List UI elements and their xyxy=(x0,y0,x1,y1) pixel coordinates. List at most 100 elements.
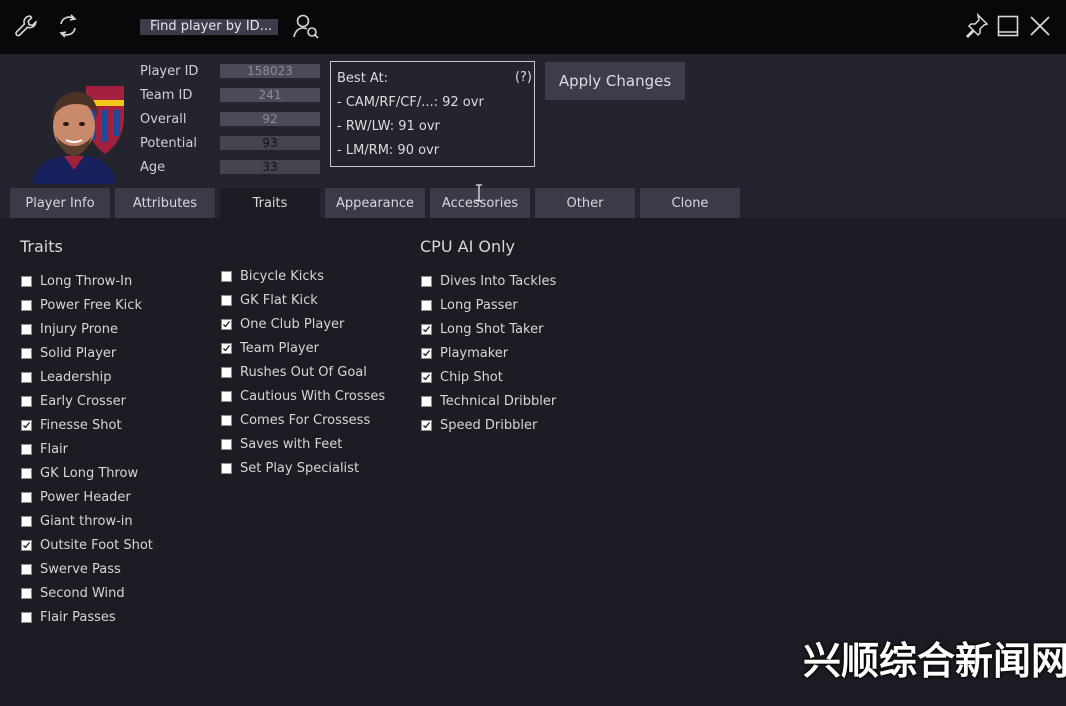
checkbox-label: Leadership xyxy=(40,370,112,385)
checkbox[interactable] xyxy=(21,492,32,503)
checkbox[interactable] xyxy=(221,439,232,450)
potential-label: Potential xyxy=(140,136,197,151)
traits-title: Traits xyxy=(20,237,63,256)
checkbox[interactable] xyxy=(221,271,232,282)
checkbox[interactable] xyxy=(221,463,232,474)
minimize-icon[interactable] xyxy=(996,14,1020,38)
checkbox[interactable] xyxy=(221,367,232,378)
refresh-icon[interactable] xyxy=(54,11,82,41)
checkbox[interactable] xyxy=(21,516,32,527)
apply-changes-button[interactable]: Apply Changes xyxy=(545,62,685,100)
team-id-field[interactable] xyxy=(220,88,320,102)
trait-checkbox-row[interactable]: Giant throw-in xyxy=(21,514,133,529)
checkbox-label: One Club Player xyxy=(240,317,345,332)
user-search-icon[interactable] xyxy=(291,11,321,41)
checkbox[interactable] xyxy=(21,396,32,407)
checkbox[interactable] xyxy=(21,540,32,551)
checkbox-label: Outsite Foot Shot xyxy=(40,538,153,553)
checkbox[interactable] xyxy=(421,324,432,335)
checkbox[interactable] xyxy=(21,444,32,455)
checkbox-label: Long Shot Taker xyxy=(440,322,544,337)
trait-checkbox-row[interactable]: Bicycle Kicks xyxy=(221,269,324,284)
checkbox-label: Dives Into Tackles xyxy=(440,274,557,289)
trait-checkbox-row[interactable]: Rushes Out Of Goal xyxy=(221,365,367,380)
best-at-line: - LM/RM: 90 ovr xyxy=(337,143,440,158)
player-id-label: Player ID xyxy=(140,64,199,79)
checkbox[interactable] xyxy=(21,276,32,287)
trait-checkbox-row[interactable]: Dives Into Tackles xyxy=(421,274,556,289)
checkbox[interactable] xyxy=(421,300,432,311)
tab-appearance[interactable]: Appearance xyxy=(325,188,425,218)
trait-checkbox-row[interactable]: GK Long Throw xyxy=(21,466,138,481)
tab-clone[interactable]: Clone xyxy=(640,188,740,218)
best-at-help[interactable]: (?) xyxy=(515,70,532,85)
trait-checkbox-row[interactable]: Swerve Pass xyxy=(21,562,121,577)
age-label: Age xyxy=(140,160,166,175)
trait-checkbox-row[interactable]: Technical Dribbler xyxy=(421,394,556,409)
checkbox[interactable] xyxy=(21,372,32,383)
trait-checkbox-row[interactable]: Saves with Feet xyxy=(221,437,342,452)
trait-checkbox-row[interactable]: Set Play Specialist xyxy=(221,461,359,476)
best-at-line: - RW/LW: 91 ovr xyxy=(337,119,440,134)
checkbox-label: Team Player xyxy=(240,341,319,356)
trait-checkbox-row[interactable]: Outsite Foot Shot xyxy=(21,538,153,553)
trait-checkbox-row[interactable]: Cautious With Crosses xyxy=(221,389,385,404)
team-id-label: Team ID xyxy=(140,88,193,103)
trait-checkbox-row[interactable]: Solid Player xyxy=(21,346,116,361)
checkbox-label: Injury Prone xyxy=(40,322,118,337)
checkbox[interactable] xyxy=(221,415,232,426)
trait-checkbox-row[interactable]: Team Player xyxy=(221,341,319,356)
checkbox[interactable] xyxy=(21,588,32,599)
checkbox[interactable] xyxy=(21,324,32,335)
checkbox-label: Speed Dribbler xyxy=(440,418,538,433)
trait-checkbox-row[interactable]: Speed Dribbler xyxy=(421,418,537,433)
checkbox[interactable] xyxy=(21,468,32,479)
tab-player-info[interactable]: Player Info xyxy=(10,188,110,218)
wrench-icon[interactable] xyxy=(12,12,40,40)
checkbox-label: Finesse Shot xyxy=(40,418,122,433)
checkbox[interactable] xyxy=(421,420,432,431)
trait-checkbox-row[interactable]: Long Shot Taker xyxy=(421,322,543,337)
checkbox-label: Comes For Crossess xyxy=(240,413,371,428)
checkbox[interactable] xyxy=(221,295,232,306)
tab-other[interactable]: Other xyxy=(535,188,635,218)
checkbox[interactable] xyxy=(221,391,232,402)
checkbox[interactable] xyxy=(421,396,432,407)
trait-checkbox-row[interactable]: Long Passer xyxy=(421,298,518,313)
checkbox[interactable] xyxy=(21,300,32,311)
age-field[interactable] xyxy=(220,160,320,174)
trait-checkbox-row[interactable]: Flair xyxy=(21,442,68,457)
trait-checkbox-row[interactable]: Comes For Crossess xyxy=(221,413,370,428)
close-icon[interactable] xyxy=(1028,14,1052,38)
search-input[interactable] xyxy=(140,19,278,35)
checkbox[interactable] xyxy=(421,276,432,287)
trait-checkbox-row[interactable]: Playmaker xyxy=(421,346,508,361)
checkbox[interactable] xyxy=(421,348,432,359)
trait-checkbox-row[interactable]: Leadership xyxy=(21,370,111,385)
best-at-panel: Best At: (?) - CAM/RF/CF/...: 92 ovr - R… xyxy=(330,61,535,167)
tab-traits[interactable]: Traits xyxy=(220,188,320,218)
trait-checkbox-row[interactable]: Early Crosser xyxy=(21,394,126,409)
pin-icon[interactable] xyxy=(962,12,990,40)
trait-checkbox-row[interactable]: One Club Player xyxy=(221,317,344,332)
checkbox[interactable] xyxy=(421,372,432,383)
checkbox[interactable] xyxy=(21,564,32,575)
trait-checkbox-row[interactable]: Finesse Shot xyxy=(21,418,122,433)
player-id-field[interactable] xyxy=(220,64,320,78)
trait-checkbox-row[interactable]: Power Free Kick xyxy=(21,298,142,313)
trait-checkbox-row[interactable]: Long Throw-In xyxy=(21,274,132,289)
trait-checkbox-row[interactable]: Chip Shot xyxy=(421,370,503,385)
potential-field[interactable] xyxy=(220,136,320,150)
checkbox[interactable] xyxy=(221,319,232,330)
trait-checkbox-row[interactable]: Second Wind xyxy=(21,586,125,601)
trait-checkbox-row[interactable]: Flair Passes xyxy=(21,610,116,625)
tab-attributes[interactable]: Attributes xyxy=(115,188,215,218)
checkbox[interactable] xyxy=(21,612,32,623)
trait-checkbox-row[interactable]: Power Header xyxy=(21,490,131,505)
trait-checkbox-row[interactable]: GK Flat Kick xyxy=(221,293,318,308)
checkbox[interactable] xyxy=(221,343,232,354)
checkbox[interactable] xyxy=(21,420,32,431)
overall-field[interactable] xyxy=(220,112,320,126)
trait-checkbox-row[interactable]: Injury Prone xyxy=(21,322,118,337)
checkbox[interactable] xyxy=(21,348,32,359)
